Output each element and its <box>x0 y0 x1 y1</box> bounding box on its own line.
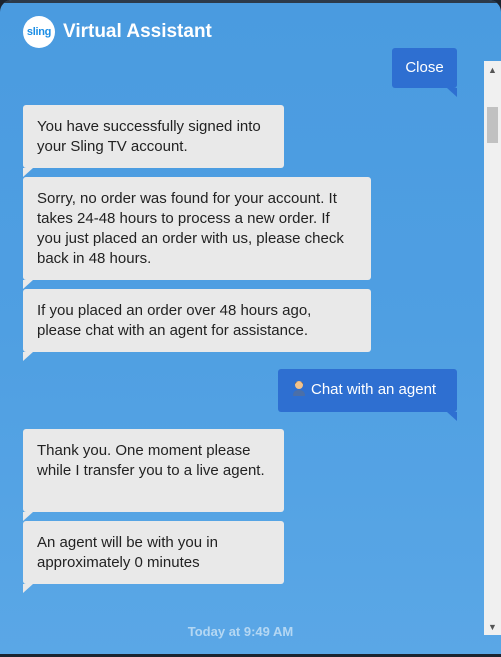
message-text: Sorry, no order was found for your accou… <box>37 190 344 267</box>
message-text: If you placed an order over 48 hours ago… <box>37 302 312 339</box>
person-icon <box>292 380 306 402</box>
message-text: An agent will be with you in approximate… <box>37 534 218 571</box>
bot-message: You have successfully signed into your S… <box>23 105 284 177</box>
timestamp: Today at 9:49 AM <box>187 624 294 639</box>
chat-with-agent-message: Chat with an agent <box>278 369 457 421</box>
user-message-close: Close <box>392 48 457 97</box>
bot-message: Sorry, no order was found for your accou… <box>23 177 371 289</box>
scroll-down-arrow-icon[interactable]: ▼ <box>484 618 501 635</box>
message-text: Thank you. One moment please while I tra… <box>37 442 265 479</box>
scroll-up-arrow-icon[interactable]: ▲ <box>484 61 501 78</box>
message-text: You have successfully signed into your S… <box>37 118 261 155</box>
chat-title: Virtual Assistant <box>63 21 212 42</box>
bot-message: Thank you. One moment please while I tra… <box>23 429 284 521</box>
vertical-scrollbar[interactable]: ▲ ▼ <box>484 61 501 635</box>
logo-text: sling <box>26 26 52 38</box>
chat-window: sling Virtual Assistant Close You have s… <box>0 0 501 657</box>
bot-message: If you placed an order over 48 hours ago… <box>23 289 371 361</box>
bot-message: An agent will be with you in approximate… <box>23 521 284 593</box>
message-text: Chat with an agent <box>311 381 437 398</box>
scrollbar-thumb[interactable] <box>487 107 498 143</box>
sling-logo: sling <box>23 16 55 48</box>
message-text: Close <box>405 59 444 76</box>
